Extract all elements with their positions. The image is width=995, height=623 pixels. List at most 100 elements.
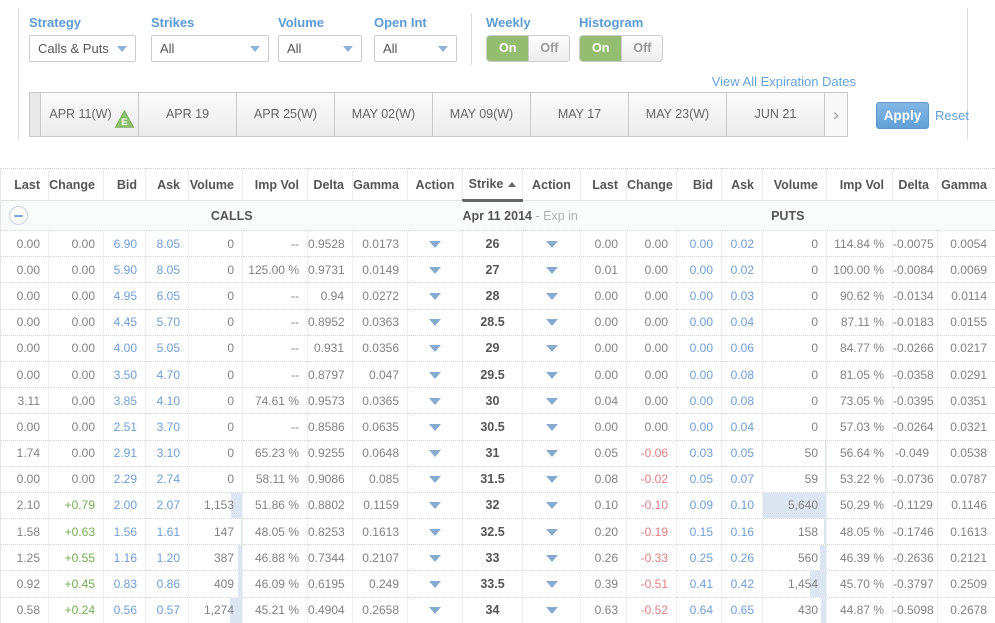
call-bid-cell[interactable]: 6.90 — [104, 231, 146, 257]
call-action-dropdown-icon[interactable] — [429, 476, 441, 483]
put-bid-cell[interactable]: 0.00 — [677, 283, 722, 309]
apply-button[interactable]: Apply — [876, 102, 929, 129]
col-header-put-delta[interactable]: Delta — [893, 169, 938, 201]
put-bid-cell[interactable]: 0.64 — [677, 597, 722, 623]
put-bid-cell[interactable]: 0.00 — [677, 361, 722, 387]
call-ask-cell[interactable]: 3.70 — [146, 414, 189, 440]
put-bid-cell[interactable]: 0.15 — [677, 519, 722, 545]
expiration-tab-apr-11-w-[interactable]: APR 11(W)E — [41, 93, 139, 136]
put-ask-cell[interactable]: 0.10 — [722, 492, 763, 518]
put-action-dropdown-icon[interactable] — [546, 529, 558, 536]
put-bid-cell[interactable]: 0.09 — [677, 492, 722, 518]
call-action-dropdown-icon[interactable] — [429, 607, 441, 614]
call-ask-cell[interactable]: 8.05 — [146, 257, 189, 283]
volume-select[interactable]: All — [278, 35, 362, 62]
col-header-strike[interactable]: Strike — [463, 169, 523, 201]
col-header-put-action[interactable]: Action — [523, 169, 581, 201]
call-action-dropdown-icon[interactable] — [429, 529, 441, 536]
put-action-dropdown-icon[interactable] — [546, 555, 558, 562]
call-ask-cell[interactable]: 3.10 — [146, 440, 189, 466]
strikes-select[interactable]: All — [151, 35, 269, 62]
expiration-tab-may-23-w-[interactable]: MAY 23(W) — [629, 93, 727, 136]
put-ask-cell[interactable]: 0.03 — [722, 283, 763, 309]
col-header-call-action[interactable]: Action — [408, 169, 463, 201]
put-action-dropdown-icon[interactable] — [546, 450, 558, 457]
put-ask-cell[interactable]: 0.04 — [722, 414, 763, 440]
put-ask-cell[interactable]: 0.04 — [722, 309, 763, 335]
put-bid-cell[interactable]: 0.03 — [677, 440, 722, 466]
put-ask-cell[interactable]: 0.16 — [722, 519, 763, 545]
put-action-dropdown-icon[interactable] — [546, 293, 558, 300]
col-header-call-last[interactable]: Last — [1, 169, 49, 201]
col-header-put-ask[interactable]: Ask — [722, 169, 763, 201]
call-ask-cell[interactable]: 1.61 — [146, 519, 189, 545]
put-action-dropdown-icon[interactable] — [546, 372, 558, 379]
call-ask-cell[interactable]: 2.74 — [146, 466, 189, 492]
call-bid-cell[interactable]: 2.51 — [104, 414, 146, 440]
put-action-dropdown-icon[interactable] — [546, 502, 558, 509]
histogram-toggle-on[interactable]: On — [580, 36, 622, 61]
put-ask-cell[interactable]: 0.08 — [722, 361, 763, 387]
put-ask-cell[interactable]: 0.65 — [722, 597, 763, 623]
call-action-dropdown-icon[interactable] — [429, 267, 441, 274]
view-all-expiration-dates-link[interactable]: View All Expiration Dates — [599, 74, 856, 89]
put-action-dropdown-icon[interactable] — [546, 476, 558, 483]
col-header-call-bid[interactable]: Bid — [104, 169, 146, 201]
call-bid-cell[interactable]: 0.83 — [104, 571, 146, 597]
expiration-tab-apr-25-w-[interactable]: APR 25(W) — [237, 93, 335, 136]
expiration-tab-may-09-w-[interactable]: MAY 09(W) — [433, 93, 531, 136]
put-bid-cell[interactable]: 0.41 — [677, 571, 722, 597]
call-bid-cell[interactable]: 5.90 — [104, 257, 146, 283]
col-header-call-ask[interactable]: Ask — [146, 169, 189, 201]
call-bid-cell[interactable]: 0.56 — [104, 597, 146, 623]
put-action-dropdown-icon[interactable] — [546, 424, 558, 431]
put-bid-cell[interactable]: 0.25 — [677, 545, 722, 571]
call-ask-cell[interactable]: 6.05 — [146, 283, 189, 309]
put-action-dropdown-icon[interactable] — [546, 241, 558, 248]
call-action-dropdown-icon[interactable] — [429, 293, 441, 300]
call-bid-cell[interactable]: 1.16 — [104, 545, 146, 571]
strategy-select[interactable]: Calls & Puts — [29, 35, 136, 62]
call-ask-cell[interactable]: 2.07 — [146, 492, 189, 518]
col-header-call-imp-vol[interactable]: Imp Vol — [243, 169, 308, 201]
put-bid-cell[interactable]: 0.00 — [677, 257, 722, 283]
collapse-expiration-button[interactable] — [9, 206, 28, 225]
call-action-dropdown-icon[interactable] — [429, 581, 441, 588]
call-ask-cell[interactable]: 8.05 — [146, 231, 189, 257]
call-action-dropdown-icon[interactable] — [429, 319, 441, 326]
put-action-dropdown-icon[interactable] — [546, 607, 558, 614]
put-action-dropdown-icon[interactable] — [546, 267, 558, 274]
put-bid-cell[interactable]: 0.00 — [677, 388, 722, 414]
put-ask-cell[interactable]: 0.02 — [722, 257, 763, 283]
call-action-dropdown-icon[interactable] — [429, 424, 441, 431]
put-ask-cell[interactable]: 0.06 — [722, 335, 763, 361]
put-bid-cell[interactable]: 0.00 — [677, 309, 722, 335]
put-ask-cell[interactable]: 0.42 — [722, 571, 763, 597]
call-action-dropdown-icon[interactable] — [429, 372, 441, 379]
expiration-tab-apr-19[interactable]: APR 19 — [139, 93, 237, 136]
open-int-select[interactable]: All — [374, 35, 457, 62]
call-ask-cell[interactable]: 5.05 — [146, 335, 189, 361]
col-header-call-gamma[interactable]: Gamma — [353, 169, 408, 201]
expiration-tab-may-02-w-[interactable]: MAY 02(W) — [335, 93, 433, 136]
call-action-dropdown-icon[interactable] — [429, 345, 441, 352]
call-bid-cell[interactable]: 3.50 — [104, 361, 146, 387]
weekly-toggle-on[interactable]: On — [487, 36, 529, 61]
call-ask-cell[interactable]: 4.70 — [146, 361, 189, 387]
next-expirations-arrow-icon[interactable]: › — [825, 93, 847, 136]
put-action-dropdown-icon[interactable] — [546, 345, 558, 352]
put-ask-cell[interactable]: 0.26 — [722, 545, 763, 571]
call-bid-cell[interactable]: 4.95 — [104, 283, 146, 309]
call-action-dropdown-icon[interactable] — [429, 241, 441, 248]
call-bid-cell[interactable]: 4.00 — [104, 335, 146, 361]
put-ask-cell[interactable]: 0.07 — [722, 466, 763, 492]
call-action-dropdown-icon[interactable] — [429, 502, 441, 509]
put-action-dropdown-icon[interactable] — [546, 319, 558, 326]
call-bid-cell[interactable]: 3.85 — [104, 388, 146, 414]
call-action-dropdown-icon[interactable] — [429, 398, 441, 405]
call-ask-cell[interactable]: 0.57 — [146, 597, 189, 623]
col-header-call-delta[interactable]: Delta — [308, 169, 353, 201]
put-bid-cell[interactable]: 0.05 — [677, 466, 722, 492]
expiration-tab-may-17[interactable]: MAY 17 — [531, 93, 629, 136]
expiration-tab-jun-21[interactable]: JUN 21 — [727, 93, 825, 136]
